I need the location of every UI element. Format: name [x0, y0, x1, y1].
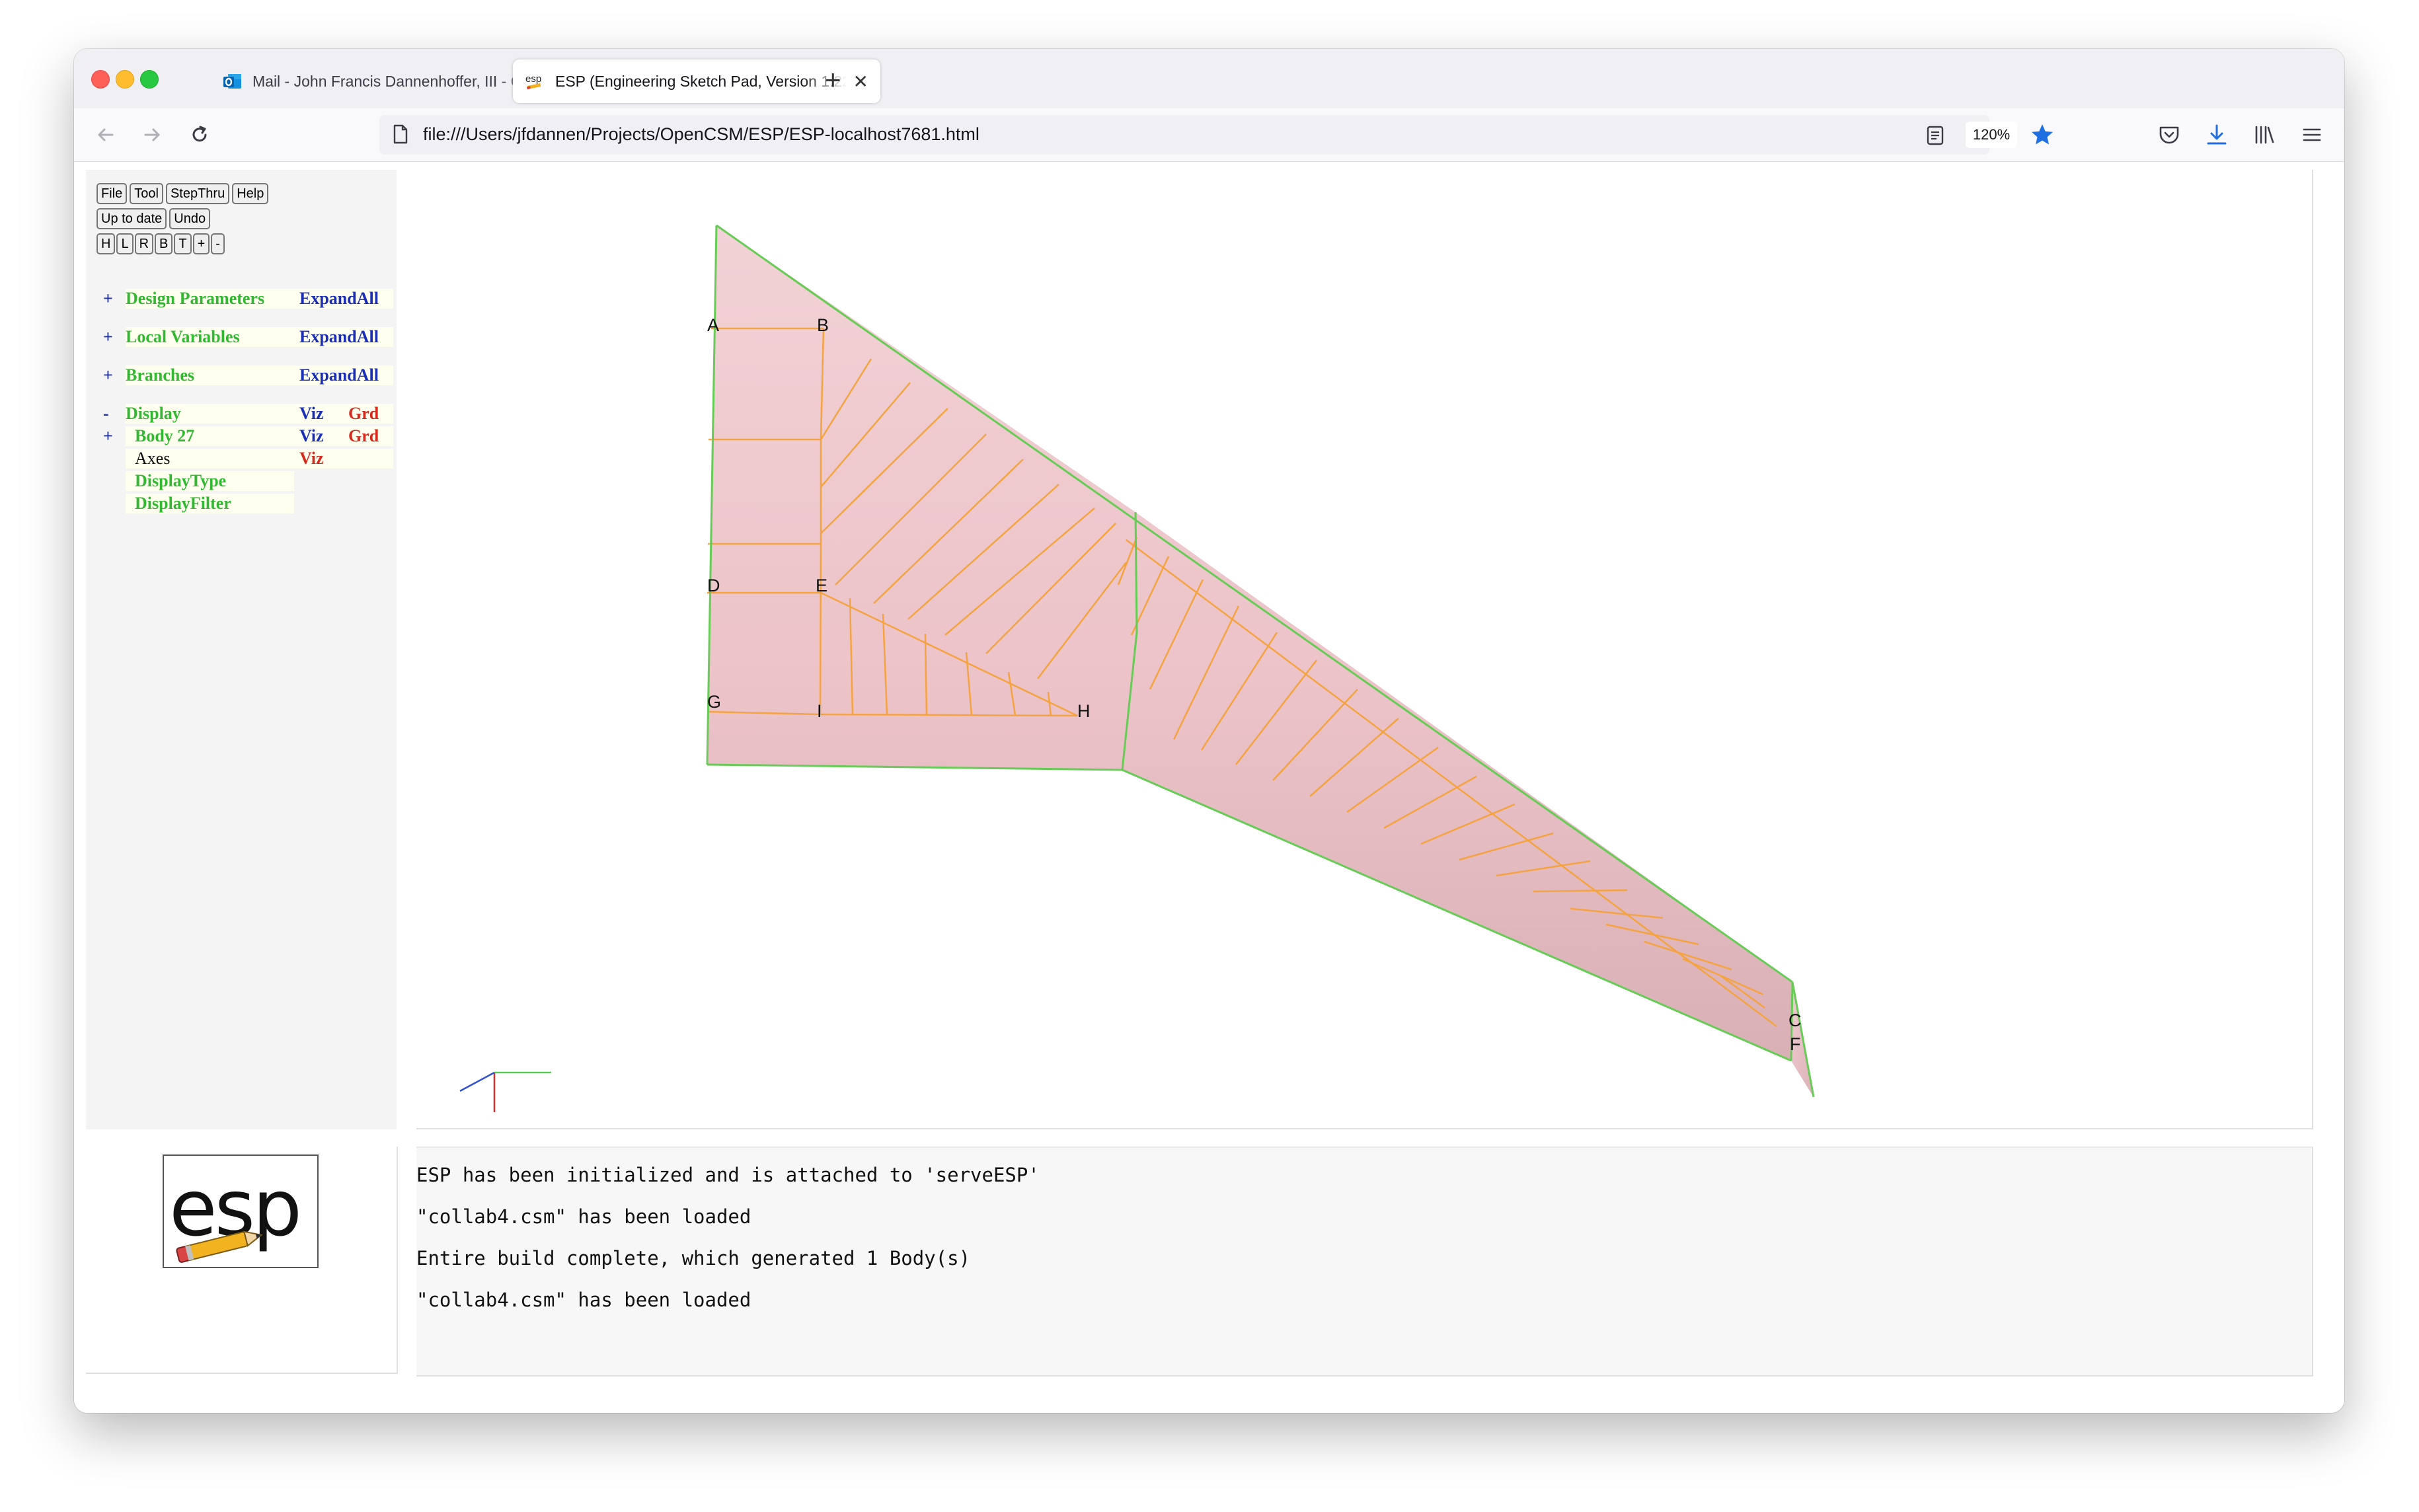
url-text[interactable]: file:///Users/jfdannen/Projects/OpenCSM/…: [423, 124, 979, 145]
tree-label-local-variables[interactable]: Local Variables: [126, 327, 294, 347]
vertex-label-e: E: [816, 576, 828, 595]
zoom-in-button[interactable]: +: [192, 233, 210, 254]
tree-label-body[interactable]: Body 27: [126, 426, 294, 446]
message-line: "collab4.csm" has been loaded: [416, 1289, 751, 1311]
address-bar[interactable]: file:///Users/jfdannen/Projects/OpenCSM/…: [379, 115, 2053, 155]
vertex-label-a: A: [707, 315, 720, 335]
graphics-canvas[interactable]: Z A B C D E F G I H: [416, 170, 2313, 1129]
tree-row-display-filter: DisplayFilter: [98, 494, 394, 513]
viz-toggle[interactable]: Viz: [294, 449, 393, 469]
back-arrow-icon[interactable]: [94, 123, 118, 147]
vertex-label-b: B: [817, 315, 829, 335]
wing-model: Z: [459, 224, 1815, 1112]
library-icon[interactable]: [2252, 123, 2276, 147]
tree-row-axes: Axes Viz: [98, 449, 394, 469]
grd-toggle[interactable]: Grd: [342, 404, 393, 424]
view-left-button[interactable]: L: [116, 233, 134, 254]
bookmark-star-icon[interactable]: [2030, 123, 2054, 147]
zoom-level-button[interactable]: 120%: [1966, 122, 2017, 148]
view-top-button[interactable]: T: [174, 233, 192, 254]
tree-panel: File Tool StepThru Help Up to date Undo HLRB…: [86, 170, 397, 1129]
message-panel: ESP has been initialized and is attached…: [416, 1147, 2313, 1377]
reload-icon[interactable]: [188, 123, 211, 147]
svg-text:esp: esp: [525, 73, 541, 85]
view-right-button[interactable]: R: [134, 233, 154, 254]
tree-label-branches[interactable]: Branches: [126, 365, 294, 385]
new-tab-button[interactable]: +: [825, 63, 841, 96]
close-window-button[interactable]: [91, 70, 110, 89]
build-button-row: Up to date Undo: [96, 208, 213, 229]
view-button-row: H L R B T + -: [96, 233, 227, 254]
tree-row-local-variables: + Local Variables ExpandAll: [98, 327, 394, 347]
minimize-window-button[interactable]: [116, 70, 134, 89]
pocket-icon[interactable]: [2157, 123, 2181, 147]
zoom-window-button[interactable]: [140, 70, 159, 89]
stepthru-button[interactable]: StepThru: [165, 183, 230, 204]
reader-view-icon[interactable]: [1926, 126, 1944, 145]
wing-surface: [707, 225, 1814, 1097]
file-button[interactable]: File: [96, 183, 128, 204]
esp-logo-image: esp: [169, 1162, 302, 1263]
esp-favicon: esp: [525, 73, 541, 90]
tool-button[interactable]: Tool: [130, 183, 163, 204]
outlook-icon: [223, 74, 241, 89]
menu-hamburger-icon[interactable]: [2300, 123, 2324, 147]
main-button-row: File Tool StepThru Help: [96, 183, 271, 204]
tree-row-design-parameters: + Design Parameters ExpandAll: [98, 289, 394, 309]
tree-row-display-type: DisplayType: [98, 471, 394, 491]
expand-all-link[interactable]: ExpandAll: [294, 327, 393, 347]
tree-row-display: - Display Viz Grd: [98, 404, 394, 424]
view-home-button[interactable]: H: [96, 233, 116, 254]
message-line: "collab4.csm" has been loaded: [416, 1205, 751, 1228]
undo-button[interactable]: Undo: [169, 208, 211, 229]
esp-logo: esp: [163, 1154, 319, 1268]
tree-label-display[interactable]: Display: [126, 404, 294, 424]
tree-label-axes: Axes: [126, 449, 294, 469]
browser-window: Mail - John Francis Dannenhoffer, III - …: [74, 49, 2344, 1413]
tree-label-display-filter[interactable]: DisplayFilter: [126, 494, 294, 513]
vertex-label-f: F: [1790, 1034, 1801, 1054]
tree-row-branches: + Branches ExpandAll: [98, 365, 394, 385]
message-line: ESP has been initialized and is attached…: [416, 1164, 1040, 1186]
grd-toggle[interactable]: Grd: [342, 426, 393, 446]
view-bottom-button[interactable]: B: [155, 233, 173, 254]
expand-all-link[interactable]: ExpandAll: [294, 365, 393, 385]
message-line: Entire build complete, which generated 1…: [416, 1247, 971, 1269]
tab-title: ESP (Engineering Sketch Pad, Version 1.2…: [555, 72, 847, 90]
viz-toggle[interactable]: Viz: [294, 426, 342, 446]
tab-strip: Mail - John Francis Dannenhoffer, III - …: [74, 49, 2344, 108]
viz-toggle[interactable]: Viz: [294, 404, 342, 424]
vertex-label-c: C: [1788, 1010, 1802, 1030]
vertex-label-i: I: [817, 701, 822, 721]
tree-row-body: + Body 27 Viz Grd: [98, 426, 394, 446]
vertex-label-g: G: [707, 692, 722, 712]
navigation-toolbar: file:///Users/jfdannen/Projects/OpenCSM/…: [74, 108, 2344, 162]
tab-title: Mail - John Francis Dannenhoffer, III - …: [252, 72, 541, 90]
esp-page: File Tool StepThru Help Up to date Undo HLRB…: [74, 162, 2344, 1413]
up-to-date-button[interactable]: Up to date: [96, 208, 167, 229]
expand-all-link[interactable]: ExpandAll: [294, 289, 393, 309]
tree-label-design-parameters[interactable]: Design Parameters: [126, 289, 294, 309]
help-button[interactable]: Help: [232, 183, 269, 204]
forward-arrow-icon[interactable]: [140, 123, 164, 147]
vertex-label-d: D: [707, 576, 720, 595]
downloads-icon[interactable]: [2205, 123, 2229, 147]
axes-triad: [459, 1071, 551, 1112]
page-icon: [393, 124, 408, 144]
logo-panel: esp: [86, 1147, 398, 1374]
zoom-out-button[interactable]: -: [211, 233, 225, 254]
close-tab-icon[interactable]: ✕: [853, 71, 868, 93]
vertex-label-h: H: [1077, 701, 1091, 721]
tree-label-display-type[interactable]: DisplayType: [126, 471, 294, 491]
